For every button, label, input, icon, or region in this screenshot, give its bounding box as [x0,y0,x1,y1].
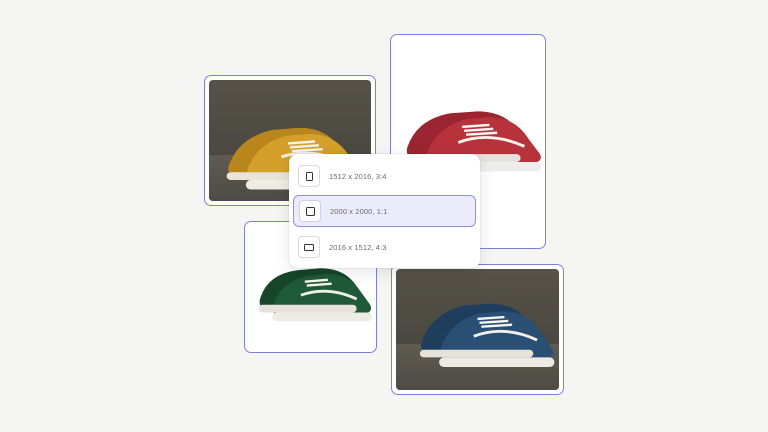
ratio-option-4-3[interactable]: 2016 x 1512, 4:3 [293,231,476,263]
aspect-ratio-menu: 1512 x 2016, 3:4 2000 x 2000, 1:1 2016 x… [289,154,480,268]
square-frame-icon [299,200,321,222]
ratio-option-1-1[interactable]: 2000 x 2000, 1:1 [293,195,476,227]
ratio-option-3-4[interactable]: 1512 x 2016, 3:4 [293,160,476,192]
landscape-frame-icon [298,236,320,258]
ratio-option-label: 2000 x 2000, 1:1 [330,206,388,216]
portrait-frame-icon [298,165,320,187]
blue-sneaker-illustration [419,303,555,368]
ratio-option-label: 2016 x 1512, 4:3 [329,242,387,252]
image-card-blue-sneaker[interactable] [391,264,564,395]
ratio-option-label: 1512 x 2016, 3:4 [329,171,387,181]
sneaker-photo [396,269,559,390]
